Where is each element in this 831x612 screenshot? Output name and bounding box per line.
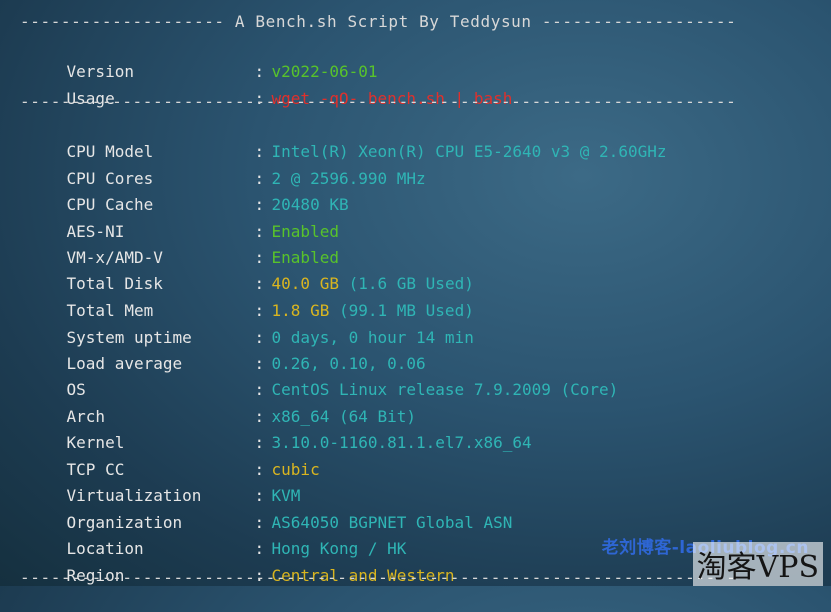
footer-divider: ----------------------------------------… xyxy=(20,568,737,587)
section-divider: ----------------------------------------… xyxy=(20,92,737,111)
site-watermark: 淘客VPS xyxy=(692,542,823,586)
row-uptime: System uptime:0 days, 0 hour 14 min xyxy=(28,302,474,347)
row-vmx: VM-x/AMD-V: Enabled xyxy=(28,222,339,267)
row-tcp-cc: TCP CC: cubic xyxy=(28,434,320,479)
row-kernel: Kernel:3.10.0-1160.81.1.el7.x86_64 xyxy=(28,407,532,452)
row-os: OS: CentOS Linux release 7.9.2009 (Core) xyxy=(28,354,619,399)
row-cpu-cache: CPU Cache:20480 KB xyxy=(28,169,349,214)
row-aes-ni: AES-NI: Enabled xyxy=(28,196,339,241)
header-divider: -------------------- A Bench.sh Script B… xyxy=(20,12,737,31)
row-region: Region: Central and Western xyxy=(28,540,455,585)
row-cpu-model: CPU Model: Intel(R) Xeon(R) CPU E5-2640 v… xyxy=(28,116,667,161)
row-virtualization: Virtualization: KVM xyxy=(28,460,301,505)
row-arch: Arch: x86_64 (64 Bit) xyxy=(28,381,417,426)
row-usage: Usage: wget -qO- bench.sh | bash xyxy=(28,63,513,108)
row-load-average: Load average:0.26, 0.10, 0.06 xyxy=(28,328,426,373)
row-organization: Organization: AS64050 BGPNET Global ASN xyxy=(28,487,513,532)
row-cpu-cores: CPU Cores:2 @ 2596.990 MHz xyxy=(28,143,426,188)
terminal-window: -------------------- A Bench.sh Script B… xyxy=(0,0,831,587)
row-total-disk: Total Disk:40.0 GB (1.6 GB Used) xyxy=(28,248,474,293)
row-version: Version: v2022-06-01 xyxy=(28,36,378,81)
row-location: Location: Hong Kong / HK xyxy=(28,513,407,558)
row-total-mem: Total Mem:1.8 GB (99.1 MB Used) xyxy=(28,275,474,320)
